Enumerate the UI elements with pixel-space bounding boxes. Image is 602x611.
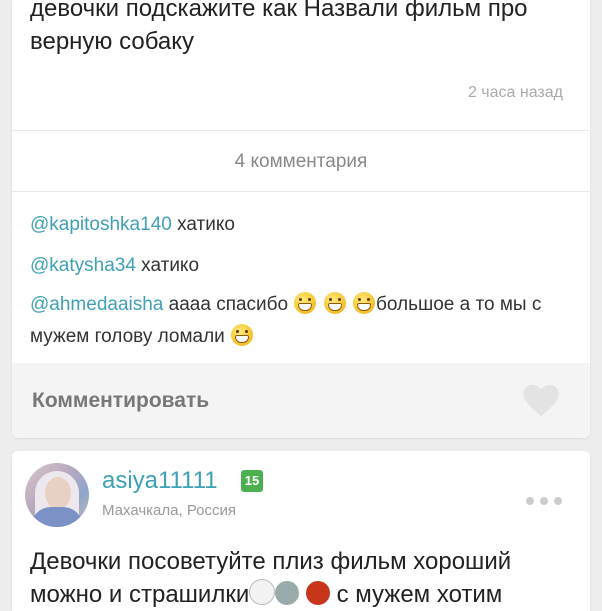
divider	[12, 191, 590, 192]
post-card: asiya11111 15 Махачкала, Россия Девочки …	[12, 451, 590, 611]
comment: @katysha34 хатико	[30, 255, 199, 277]
comment: @kapitoshka140 хатико	[30, 214, 235, 236]
devil-emoji	[305, 581, 330, 605]
divider	[12, 130, 590, 131]
comment-text: аааа спасибо	[163, 294, 294, 315]
action-bar: Комментировать	[12, 363, 590, 438]
comment-text: хатико	[171, 214, 235, 235]
post-text: девочки подскажите как Назвали фильм про…	[30, 0, 528, 55]
grimacing-face-emoji	[231, 324, 254, 346]
more-dots-icon[interactable]	[526, 492, 568, 505]
comment-username[interactable]: @kapitoshka140	[30, 214, 172, 235]
post-time: 2 часа назад	[467, 84, 563, 101]
post-card: девочки подскажите как Назвали фильм про…	[12, 0, 590, 438]
level-badge: 15	[241, 470, 263, 492]
ghost-emoji	[249, 579, 276, 605]
grinning-face-emoji	[294, 292, 317, 314]
post-text-part: с мужем хотим	[329, 581, 503, 608]
alien-emoji	[275, 581, 300, 605]
comment: @ahmedaaisha аааа спасибо большое а то м…	[30, 289, 575, 353]
comment-username[interactable]: @ahmedaaisha	[30, 294, 163, 315]
post-text: Девочки посоветуйте плиз фильм хороший м…	[30, 545, 580, 611]
comment-button[interactable]: Комментировать	[32, 389, 209, 413]
heart-icon[interactable]	[522, 384, 560, 418]
avatar[interactable]	[25, 463, 89, 527]
comment-text: хатико	[135, 255, 200, 276]
grinning-face-emoji	[352, 292, 375, 314]
grinning-face-emoji	[323, 292, 346, 314]
comments-count-link[interactable]: 4 комментария	[12, 151, 590, 173]
username-link[interactable]: asiya11111	[102, 467, 218, 495]
location-text: Махачкала, Россия	[102, 502, 237, 519]
comment-username[interactable]: @katysha34	[30, 255, 136, 276]
